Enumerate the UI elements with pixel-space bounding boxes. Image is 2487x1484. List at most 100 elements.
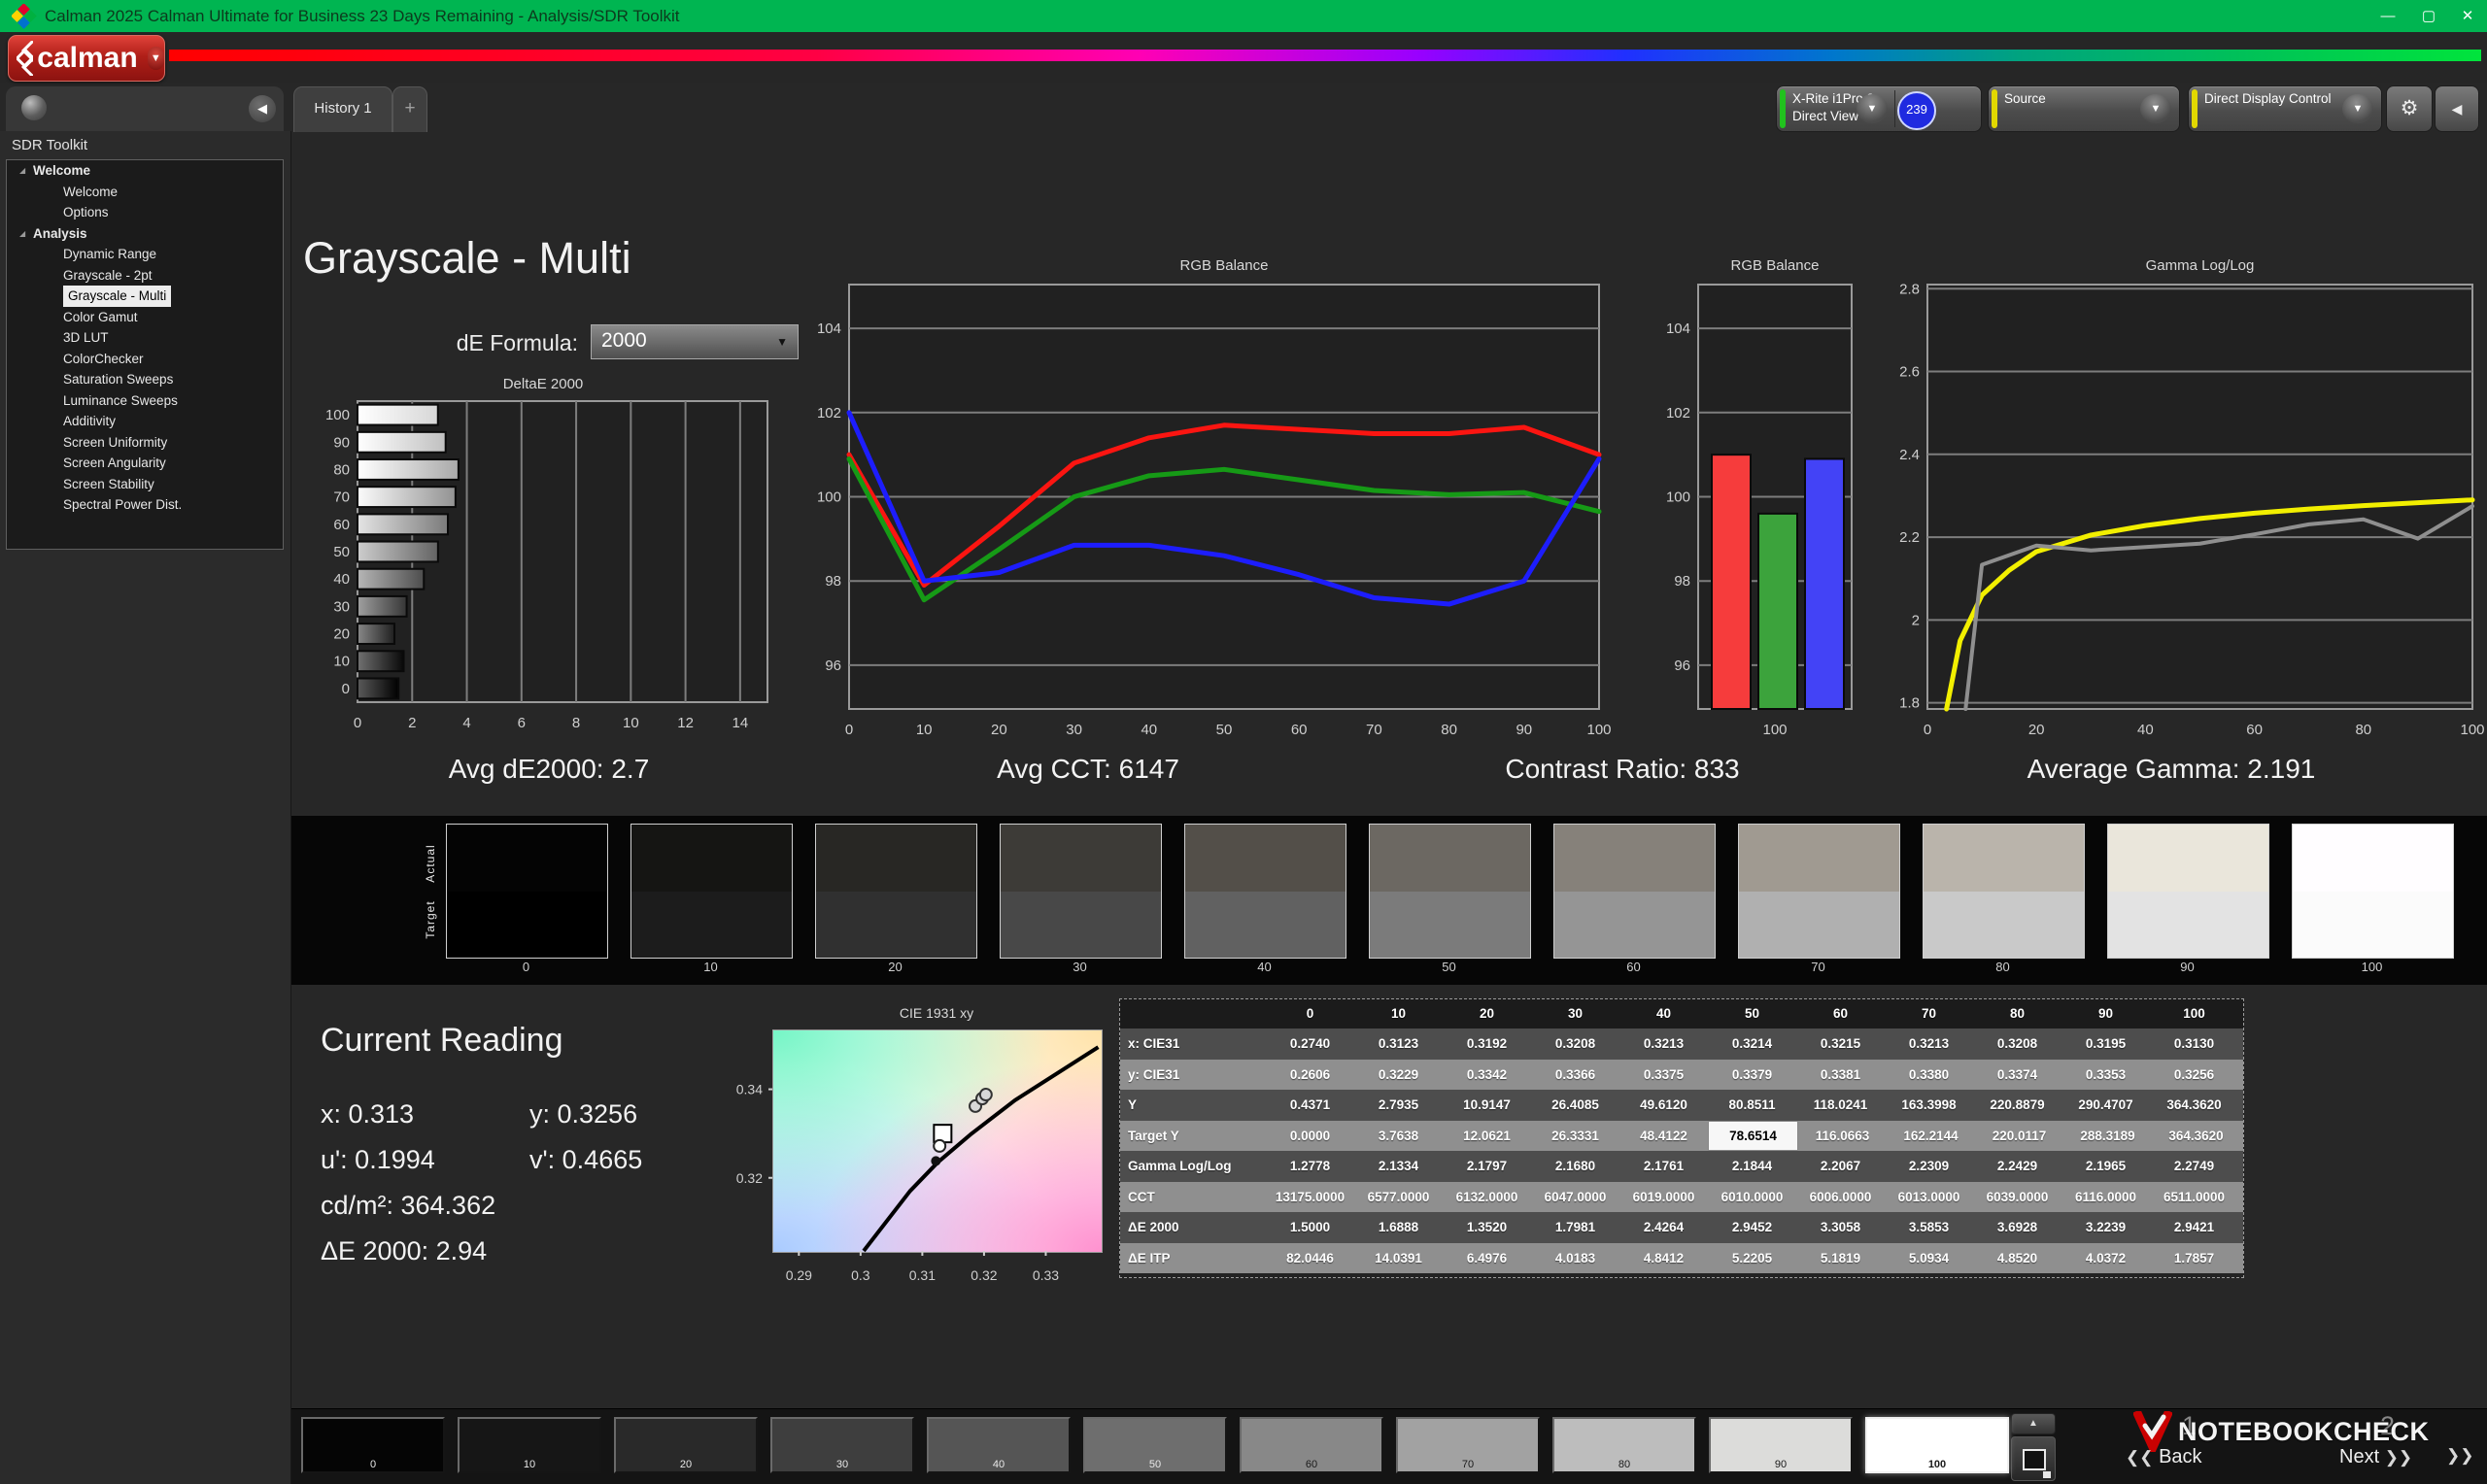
tree-item-dynamic-range[interactable]: Dynamic Range bbox=[7, 244, 283, 265]
table-cell[interactable]: 2.1761 bbox=[1619, 1151, 1708, 1182]
table-cell[interactable]: 0.3213 bbox=[1885, 1029, 1973, 1060]
gray-patch-60[interactable]: 60 bbox=[1240, 1417, 1383, 1473]
back-button[interactable]: ❮❮ Back bbox=[2126, 1446, 2202, 1468]
panel-collapse-icon[interactable]: ◀ bbox=[2435, 85, 2479, 132]
table-cell[interactable]: 2.1680 bbox=[1531, 1151, 1619, 1182]
meter-dropdown[interactable]: X-Rite i1Pro 2 Direct View ▼ 239 bbox=[1776, 85, 1982, 132]
table-cell[interactable]: 0.3379 bbox=[1708, 1060, 1796, 1091]
tree-item-luminance-sweeps[interactable]: Luminance Sweeps bbox=[7, 390, 283, 412]
table-cell[interactable]: 2.2309 bbox=[1885, 1151, 1973, 1182]
gray-patch-0[interactable]: 0 bbox=[301, 1417, 445, 1473]
tree-item-additivity[interactable]: Additivity bbox=[7, 411, 283, 432]
table-cell[interactable]: 3.7638 bbox=[1354, 1121, 1443, 1152]
pattern-window-button[interactable] bbox=[2011, 1436, 2056, 1481]
close-icon[interactable]: ✕ bbox=[2448, 0, 2487, 32]
minimize-icon[interactable]: — bbox=[2368, 0, 2407, 32]
table-cell[interactable]: 6013.0000 bbox=[1885, 1182, 1973, 1213]
table-cell[interactable]: 2.2067 bbox=[1796, 1151, 1885, 1182]
table-cell[interactable]: 0.2740 bbox=[1266, 1029, 1354, 1060]
maximize-icon[interactable]: ▢ bbox=[2409, 0, 2448, 32]
gray-patch-50[interactable]: 50 bbox=[1083, 1417, 1227, 1473]
table-cell[interactable]: 5.1819 bbox=[1796, 1243, 1885, 1274]
table-cell[interactable]: 6.4976 bbox=[1443, 1243, 1531, 1274]
table-cell[interactable]: 0.3123 bbox=[1354, 1029, 1443, 1060]
next-button[interactable]: Next ❯❯ bbox=[2339, 1446, 2412, 1468]
table-cell[interactable]: 0.3214 bbox=[1708, 1029, 1796, 1060]
tree-item-screen-uniformity[interactable]: Screen Uniformity bbox=[7, 432, 283, 454]
patch-row-up-icon[interactable]: ▲ bbox=[2011, 1413, 2056, 1434]
table-cell[interactable]: 0.3192 bbox=[1443, 1029, 1531, 1060]
table-cell[interactable]: 0.3374 bbox=[1973, 1060, 2061, 1091]
table-cell[interactable]: 0.4371 bbox=[1266, 1090, 1354, 1121]
tree-item-grayscale-2pt[interactable]: Grayscale - 2pt bbox=[7, 265, 283, 287]
tab-history-1[interactable]: History 1 bbox=[293, 86, 392, 132]
table-cell[interactable]: 2.1334 bbox=[1354, 1151, 1443, 1182]
table-cell[interactable]: 6577.0000 bbox=[1354, 1182, 1443, 1213]
tree-item-analysis[interactable]: ◢ Analysis bbox=[7, 223, 283, 245]
table-cell[interactable]: 2.2429 bbox=[1973, 1151, 2061, 1182]
table-cell[interactable]: 13175.0000 bbox=[1266, 1182, 1354, 1213]
source-dropdown[interactable]: Source ▼ bbox=[1988, 85, 2180, 132]
table-cell[interactable]: 49.6120 bbox=[1619, 1090, 1708, 1121]
table-cell[interactable]: 3.3058 bbox=[1796, 1212, 1885, 1243]
table-cell[interactable]: 0.3229 bbox=[1354, 1060, 1443, 1091]
table-cell[interactable]: 10.9147 bbox=[1443, 1090, 1531, 1121]
tree-item-screen-angularity[interactable]: Screen Angularity bbox=[7, 453, 283, 474]
table-cell[interactable]: 2.7935 bbox=[1354, 1090, 1443, 1121]
table-cell[interactable]: 6006.0000 bbox=[1796, 1182, 1885, 1213]
tree-item-3d-lut[interactable]: 3D LUT bbox=[7, 327, 283, 349]
table-cell[interactable]: 48.4122 bbox=[1619, 1121, 1708, 1152]
table-cell[interactable]: 0.0000 bbox=[1266, 1121, 1354, 1152]
table-cell[interactable]: 6047.0000 bbox=[1531, 1182, 1619, 1213]
sidebar-collapse-icon[interactable]: ◀ bbox=[249, 95, 276, 122]
table-cell[interactable]: 0.2606 bbox=[1266, 1060, 1354, 1091]
table-cell[interactable]: 0.3215 bbox=[1796, 1029, 1885, 1060]
table-cell[interactable]: 26.3331 bbox=[1531, 1121, 1619, 1152]
table-cell[interactable]: 163.3998 bbox=[1885, 1090, 1973, 1121]
table-cell[interactable]: 0.3366 bbox=[1531, 1060, 1619, 1091]
table-cell[interactable]: 2.1965 bbox=[2061, 1151, 2150, 1182]
table-cell[interactable]: 4.0372 bbox=[2061, 1243, 2150, 1274]
tree-item-welcome[interactable]: Welcome bbox=[7, 182, 283, 203]
de-formula-select[interactable]: 2000 ▼ bbox=[591, 324, 799, 359]
more-pages-chevrons-icon[interactable]: ❯❯ bbox=[2446, 1446, 2474, 1466]
table-cell[interactable]: 364.3620 bbox=[2150, 1090, 2238, 1121]
gray-patch-80[interactable]: 80 bbox=[1552, 1417, 1696, 1473]
table-cell[interactable]: 0.3130 bbox=[2150, 1029, 2238, 1060]
table-cell[interactable]: 2.9421 bbox=[2150, 1212, 2238, 1243]
table-cell[interactable]: 1.7857 bbox=[2150, 1243, 2238, 1274]
gray-patch-40[interactable]: 40 bbox=[927, 1417, 1071, 1473]
table-cell[interactable]: 2.4264 bbox=[1619, 1212, 1708, 1243]
table-cell[interactable]: 0.3380 bbox=[1885, 1060, 1973, 1091]
table-cell[interactable]: 5.2205 bbox=[1708, 1243, 1796, 1274]
table-cell[interactable]: 0.3342 bbox=[1443, 1060, 1531, 1091]
table-cell[interactable]: 0.3375 bbox=[1619, 1060, 1708, 1091]
table-cell[interactable]: 82.0446 bbox=[1266, 1243, 1354, 1274]
table-cell[interactable]: 118.0241 bbox=[1796, 1090, 1885, 1121]
table-cell[interactable]: 4.8520 bbox=[1973, 1243, 2061, 1274]
tree-item-welcome[interactable]: ◢ Welcome bbox=[7, 160, 283, 182]
table-cell[interactable]: 364.3620 bbox=[2152, 1121, 2240, 1152]
table-cell[interactable]: 14.0391 bbox=[1354, 1243, 1443, 1274]
table-cell[interactable]: 6010.0000 bbox=[1708, 1182, 1796, 1213]
gray-patch-100[interactable]: 100 bbox=[1865, 1417, 2009, 1473]
table-cell[interactable]: 220.0117 bbox=[1975, 1121, 2063, 1152]
table-cell[interactable]: 0.3195 bbox=[2061, 1029, 2150, 1060]
table-cell[interactable]: 0.3256 bbox=[2150, 1060, 2238, 1091]
gray-patch-30[interactable]: 30 bbox=[770, 1417, 914, 1473]
table-cell[interactable]: 2.1844 bbox=[1708, 1151, 1796, 1182]
tree-item-screen-stability[interactable]: Screen Stability bbox=[7, 474, 283, 495]
table-cell[interactable]: 3.2239 bbox=[2061, 1212, 2150, 1243]
table-cell[interactable]: 6511.0000 bbox=[2150, 1182, 2238, 1213]
gray-patch-20[interactable]: 20 bbox=[614, 1417, 758, 1473]
table-cell[interactable]: 1.5000 bbox=[1266, 1212, 1354, 1243]
tree-expand-icon[interactable]: ◢ bbox=[19, 223, 25, 245]
display-control-dropdown[interactable]: Direct Display Control ▼ bbox=[2188, 85, 2382, 132]
table-cell[interactable]: 6039.0000 bbox=[1973, 1182, 2061, 1213]
table-cell[interactable]: 220.8879 bbox=[1973, 1090, 2061, 1121]
meter-count-badge[interactable]: 239 bbox=[1897, 91, 1936, 130]
table-cell[interactable]: 1.3520 bbox=[1443, 1212, 1531, 1243]
table-cell[interactable]: 3.6928 bbox=[1973, 1212, 2061, 1243]
table-cell[interactable]: 6116.0000 bbox=[2061, 1182, 2150, 1213]
tree-item-grayscale-multi[interactable]: Grayscale - Multi bbox=[7, 286, 283, 307]
